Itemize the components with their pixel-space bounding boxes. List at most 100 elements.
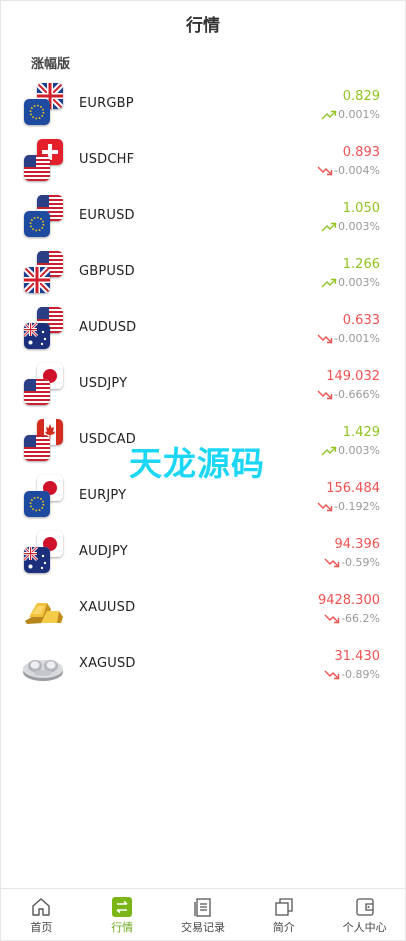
quote-change-value: 0.003% bbox=[338, 444, 380, 457]
quote-list: EURGBP 0.829 0.001% USDCHF 0.893 -0.004% bbox=[1, 74, 405, 690]
australia-flag-icon bbox=[24, 323, 50, 349]
quote-symbol: USDCHF bbox=[79, 152, 135, 167]
quote-change-value: -0.001% bbox=[334, 332, 380, 345]
trend-up-icon bbox=[321, 278, 337, 288]
trend-down-icon bbox=[324, 558, 340, 568]
silver-ingot-icon bbox=[21, 643, 65, 687]
tab-home[interactable]: 首页 bbox=[1, 889, 82, 940]
quote-change-value: 0.003% bbox=[338, 220, 380, 233]
us-flag-icon bbox=[24, 155, 50, 181]
quote-change: 0.001% bbox=[321, 108, 380, 121]
quote-symbol: USDCAD bbox=[79, 432, 136, 447]
quote-symbol: EURUSD bbox=[79, 208, 135, 223]
quote-price: 0.633 bbox=[342, 313, 380, 328]
trend-down-icon bbox=[317, 390, 333, 400]
trend-down-icon bbox=[317, 166, 333, 176]
quote-change: 0.003% bbox=[321, 276, 380, 289]
tab-label: 简介 bbox=[272, 921, 295, 934]
quote-symbol: EURGBP bbox=[79, 96, 134, 111]
currency-pair-icon bbox=[21, 195, 65, 239]
currency-pair-icon bbox=[21, 531, 65, 575]
quote-price: 1.266 bbox=[342, 257, 380, 272]
quote-change-value: 0.003% bbox=[338, 276, 380, 289]
currency-pair-icon bbox=[21, 251, 65, 295]
trend-down-icon bbox=[324, 614, 340, 624]
quote-change-value: -0.666% bbox=[334, 388, 380, 401]
quote-change: -0.59% bbox=[324, 556, 380, 569]
us-flag-icon bbox=[24, 379, 50, 405]
trend-down-icon bbox=[324, 670, 340, 680]
gold-bars-icon bbox=[21, 587, 65, 631]
quote-change: -0.192% bbox=[317, 500, 380, 513]
tab-label: 首页 bbox=[30, 921, 53, 934]
quote-change: -0.666% bbox=[317, 388, 380, 401]
quote-symbol: GBPUSD bbox=[79, 264, 135, 279]
quote-price: 0.829 bbox=[342, 89, 380, 104]
eu-flag-icon bbox=[24, 211, 50, 237]
quote-row-audjpy[interactable]: AUDJPY 94.396 -0.59% bbox=[1, 522, 405, 578]
currency-pair-icon bbox=[21, 419, 65, 463]
quote-price: 1.050 bbox=[342, 201, 380, 216]
trend-up-icon bbox=[321, 110, 337, 120]
quote-row-usdjpy[interactable]: USDJPY 149.032 -0.666% bbox=[1, 354, 405, 410]
currency-pair-icon bbox=[21, 307, 65, 351]
quote-price: 149.032 bbox=[326, 369, 380, 384]
trend-up-icon bbox=[321, 446, 337, 456]
quote-row-xagusd[interactable]: XAGUSD 31.430 -0.89% bbox=[1, 634, 405, 690]
tab-label: 个人中心 bbox=[342, 921, 387, 934]
eu-flag-icon bbox=[24, 491, 50, 517]
quote-change: 0.003% bbox=[321, 444, 380, 457]
tab-label: 交易记录 bbox=[180, 921, 225, 934]
trend-down-icon bbox=[317, 502, 333, 512]
quote-symbol: USDJPY bbox=[79, 376, 128, 391]
quote-price: 1.429 bbox=[342, 425, 380, 440]
quote-change-value: -66.2% bbox=[341, 612, 380, 625]
quote-change: -0.001% bbox=[317, 332, 380, 345]
tab-trade-records[interactable]: 交易记录 bbox=[163, 889, 244, 940]
quote-change-value: -0.192% bbox=[334, 500, 380, 513]
quote-change-value: -0.89% bbox=[341, 668, 380, 681]
quote-row-gbpusd[interactable]: GBPUSD 1.266 0.003% bbox=[1, 242, 405, 298]
quote-change-value: -0.004% bbox=[334, 164, 380, 177]
quote-price: 0.893 bbox=[342, 145, 380, 160]
quote-price: 31.430 bbox=[334, 649, 381, 664]
tab-profile[interactable]: 个人中心 bbox=[324, 889, 405, 940]
quote-change-value: -0.59% bbox=[341, 556, 380, 569]
quote-row-eurgbp[interactable]: EURGBP 0.829 0.001% bbox=[1, 74, 405, 130]
quote-row-eurusd[interactable]: EURUSD 1.050 0.003% bbox=[1, 186, 405, 242]
quote-change: -66.2% bbox=[324, 612, 380, 625]
copy-icon bbox=[275, 898, 293, 916]
uk-flag-icon bbox=[24, 267, 50, 293]
quote-row-xauusd[interactable]: XAUUSD 9428.300 -66.2% bbox=[1, 578, 405, 634]
tab-intro[interactable]: 简介 bbox=[243, 889, 324, 940]
quote-symbol: XAGUSD bbox=[79, 656, 136, 671]
bottom-tab-bar: 首页 行情 交易记录 简介 个人中心 bbox=[1, 888, 405, 940]
quote-price: 94.396 bbox=[334, 537, 381, 552]
quote-row-audusd[interactable]: AUDUSD 0.633 -0.001% bbox=[1, 298, 405, 354]
tab-market[interactable]: 行情 bbox=[82, 889, 163, 940]
wallet-icon bbox=[355, 898, 374, 916]
quote-price: 9428.300 bbox=[317, 593, 380, 608]
home-icon bbox=[32, 898, 51, 916]
quote-row-usdchf[interactable]: USDCHF 0.893 -0.004% bbox=[1, 130, 405, 186]
quote-change: 0.003% bbox=[321, 220, 380, 233]
quote-symbol: AUDUSD bbox=[79, 320, 137, 335]
section-title: 涨幅版 bbox=[31, 57, 71, 72]
quote-price: 156.484 bbox=[326, 481, 380, 496]
currency-pair-icon bbox=[21, 139, 65, 183]
australia-flag-icon bbox=[24, 547, 50, 573]
trend-down-icon bbox=[317, 334, 333, 344]
us-flag-icon bbox=[24, 435, 50, 461]
currency-pair-icon bbox=[21, 475, 65, 519]
app-frame: 行情 涨幅版 EURGBP 0.829 0.001% USDCHF 0.893 … bbox=[0, 0, 406, 941]
watermark-text: 天龙源码 bbox=[129, 444, 265, 483]
quote-symbol: AUDJPY bbox=[79, 544, 128, 559]
exchange-icon bbox=[112, 897, 133, 917]
quote-change: -0.89% bbox=[324, 668, 380, 681]
quote-change: -0.004% bbox=[317, 164, 380, 177]
currency-pair-icon bbox=[21, 83, 65, 127]
currency-pair-icon bbox=[21, 363, 65, 407]
eu-flag-icon bbox=[24, 99, 50, 125]
quote-symbol: XAUUSD bbox=[79, 600, 136, 615]
page-title: 行情 bbox=[186, 16, 220, 36]
